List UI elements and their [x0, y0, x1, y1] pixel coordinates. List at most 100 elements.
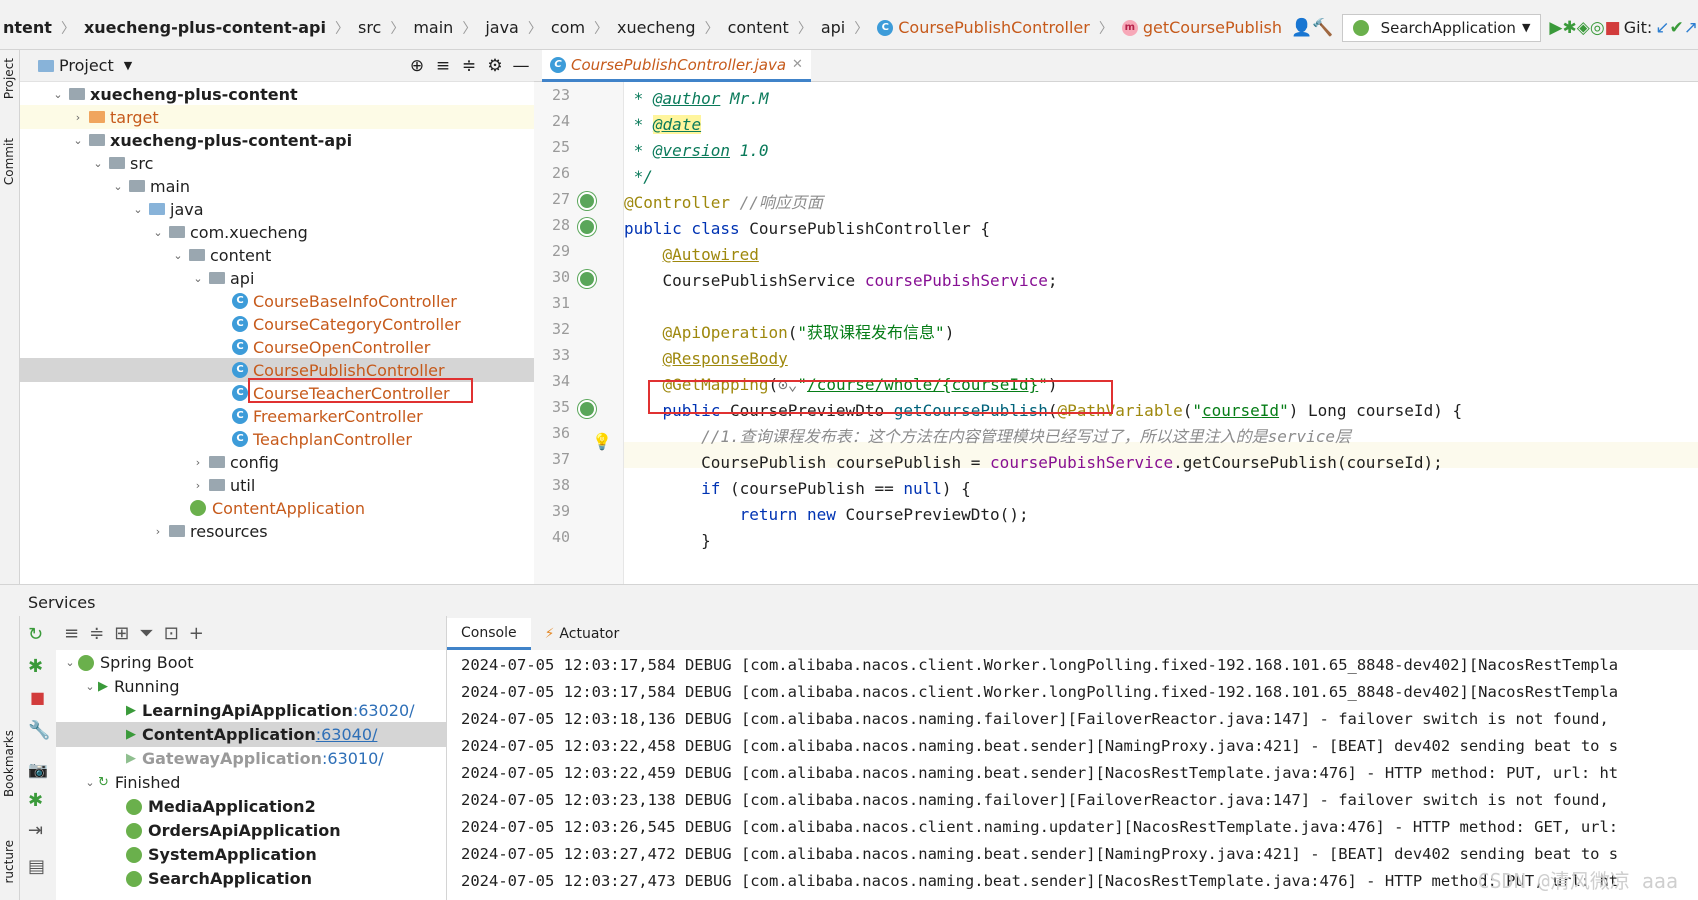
debug-icon[interactable]: ✱	[1563, 15, 1577, 41]
project-tool-tab[interactable]: Project	[2, 58, 16, 99]
coverage-icon[interactable]: ◈	[1577, 15, 1590, 41]
service-item[interactable]: ▶ LearningApiApplication:63020/	[56, 698, 446, 723]
spring-bean-gutter-icon[interactable]	[578, 192, 596, 210]
service-item[interactable]: MediaApplication2	[56, 794, 446, 819]
tree-item[interactable]: › config	[20, 450, 534, 474]
debug-restart-icon[interactable]: ✱	[28, 790, 43, 811]
tab-console[interactable]: Console	[447, 618, 531, 650]
add-icon[interactable]: +	[189, 623, 204, 644]
service-item[interactable]: ▶ GatewayApplication:63010/	[56, 746, 446, 771]
breadcrumb-main[interactable]: main	[410, 18, 456, 37]
tree-item[interactable]: ContentApplication	[20, 496, 534, 520]
bookmarks-tool-tab[interactable]: Bookmarks	[2, 730, 16, 797]
tree-item[interactable]: C TeachplanController	[20, 427, 534, 451]
log-line: 2024-07-05 12:03:22,459 DEBUG [com.aliba…	[461, 764, 1619, 782]
group-icon[interactable]: ⊞	[114, 623, 129, 644]
spring-bean-gutter-icon[interactable]	[578, 218, 596, 236]
module-folder-icon	[69, 88, 85, 100]
spring-bean-gutter-icon[interactable]	[578, 270, 596, 288]
close-icon[interactable]: ✕	[792, 57, 803, 72]
tree-item[interactable]: ⌄ main	[20, 174, 534, 198]
tab-actuator[interactable]: ⚡ Actuator	[531, 618, 634, 650]
tree-item[interactable]: C CourseBaseInfoController	[20, 289, 534, 313]
commit-tool-tab[interactable]: Commit	[2, 138, 16, 185]
breadcrumb-method[interactable]: m getCoursePublish	[1119, 18, 1285, 37]
user-icon[interactable]: 👤	[1291, 15, 1312, 41]
project-panel-title[interactable]: Project	[59, 56, 114, 75]
tree-item-label: CourseBaseInfoController	[253, 291, 457, 311]
tree-item[interactable]: C FreemarkerController	[20, 404, 534, 428]
tree-item[interactable]: ⌄ java	[20, 197, 534, 221]
stop-icon[interactable]: ■	[1605, 15, 1621, 41]
collapse-all-icon[interactable]: ≑	[89, 623, 104, 644]
spring-bean-gutter-icon[interactable]	[578, 400, 596, 418]
tree-item[interactable]: › target	[20, 105, 534, 129]
spring-boot-icon	[126, 822, 142, 839]
navigation-bar: ntent 〉 xuecheng-plus-content-api 〉 src 〉 m…	[0, 6, 1698, 50]
new-tab-icon[interactable]: ⊡	[164, 623, 179, 644]
editor-tab[interactable]: C CoursePublishController.java ✕	[542, 50, 811, 82]
service-label: SystemApplication	[148, 845, 317, 864]
service-item[interactable]: OrdersApiApplication	[56, 818, 446, 843]
breadcrumb-project[interactable]: ntent	[0, 18, 55, 37]
service-group[interactable]: ⌄ ▶ Running	[56, 674, 446, 699]
breadcrumb-java[interactable]: java	[482, 18, 522, 37]
tree-item[interactable]: › util	[20, 473, 534, 497]
breadcrumb-api[interactable]: api	[818, 18, 848, 37]
service-port[interactable]: :63010/	[322, 749, 384, 768]
service-group[interactable]: ⌄ ↻ Finished	[56, 770, 446, 795]
git-commit-icon[interactable]: ✔	[1670, 15, 1684, 41]
console-output[interactable]: 2024-07-05 12:03:17,584 DEBUG [com.aliba…	[446, 650, 1698, 900]
gear-icon[interactable]: ⚙	[482, 53, 508, 79]
filter-icon[interactable]: ⏷	[139, 623, 153, 644]
code-editor[interactable]: * @author Mr.M * @date * @version 1.0 */…	[624, 82, 1698, 584]
service-group[interactable]: ⌄ Spring Boot	[56, 650, 446, 675]
profile-icon[interactable]: ◎	[1590, 15, 1605, 41]
structure-tool-tab[interactable]: ructure	[2, 840, 16, 884]
debug-icon[interactable]: ✱	[28, 656, 43, 677]
service-item[interactable]: SearchApplication	[56, 866, 446, 891]
breadcrumb-src[interactable]: src	[355, 18, 384, 37]
expand-all-icon[interactable]: ≡	[64, 623, 79, 644]
code-line: //1.查询课程发布表：这个方法在内容管理模块已经写过了，所以这里注入的是ser…	[701, 427, 1352, 446]
minimize-icon[interactable]: —	[508, 53, 534, 79]
tree-item[interactable]: ⌄ xuecheng-plus-content	[20, 82, 534, 106]
breadcrumb-com[interactable]: com	[548, 18, 588, 37]
run-config-select[interactable]: SearchApplication ▼	[1341, 13, 1542, 42]
chevron-down-icon[interactable]: ▼	[124, 59, 132, 72]
breadcrumb-module[interactable]: xuecheng-plus-content-api	[81, 18, 329, 37]
console-tab-bar: Console ⚡ Actuator	[446, 616, 1698, 650]
tree-item[interactable]: › resources	[20, 519, 534, 543]
service-item-selected[interactable]: ▶ ContentApplication:63040/	[56, 722, 446, 747]
git-update-icon[interactable]: ↙	[1655, 15, 1669, 41]
locate-icon[interactable]: ⊕	[404, 53, 430, 79]
lightbulb-icon[interactable]: 💡	[592, 432, 612, 451]
tree-item[interactable]: ⌄ com.xuecheng	[20, 220, 534, 244]
breadcrumb-content[interactable]: content	[725, 18, 792, 37]
collapse-all-icon[interactable]: ≑	[456, 53, 482, 79]
service-item[interactable]: SystemApplication	[56, 842, 446, 867]
wrench-icon[interactable]: 🔧	[28, 720, 50, 741]
stop-icon[interactable]: ■	[30, 688, 45, 707]
tree-item[interactable]: C CourseCategoryController	[20, 312, 534, 336]
expand-all-icon[interactable]: ≡	[430, 53, 456, 79]
service-port[interactable]: :63040/	[316, 725, 378, 744]
layout-icon[interactable]: ▤	[28, 856, 45, 877]
camera-icon[interactable]: 📷	[28, 760, 48, 779]
tree-item[interactable]: ⌄ xuecheng-plus-content-api	[20, 128, 534, 152]
build-hammer-icon[interactable]: 🔨	[1312, 15, 1333, 41]
rerun-icon[interactable]: ↻	[28, 624, 43, 645]
run-icon[interactable]: ▶	[1549, 15, 1562, 41]
breadcrumb-xuecheng[interactable]: xuecheng	[614, 18, 699, 37]
tree-item[interactable]: ⌄ src	[20, 151, 534, 175]
service-label: ContentApplication	[142, 725, 316, 744]
tree-item[interactable]: ⌄ api	[20, 266, 534, 290]
service-port[interactable]: :63020/	[353, 701, 415, 720]
tree-item[interactable]: C CourseOpenController	[20, 335, 534, 359]
tree-item[interactable]: ⌄ content	[20, 243, 534, 267]
code-line: * @date	[624, 115, 702, 134]
login-icon[interactable]: ⇥	[28, 820, 43, 841]
breadcrumb-class[interactable]: C CoursePublishController	[874, 18, 1093, 37]
git-push-icon[interactable]: ↗	[1684, 15, 1698, 41]
tree-item-label: xuecheng-plus-content	[90, 84, 298, 104]
